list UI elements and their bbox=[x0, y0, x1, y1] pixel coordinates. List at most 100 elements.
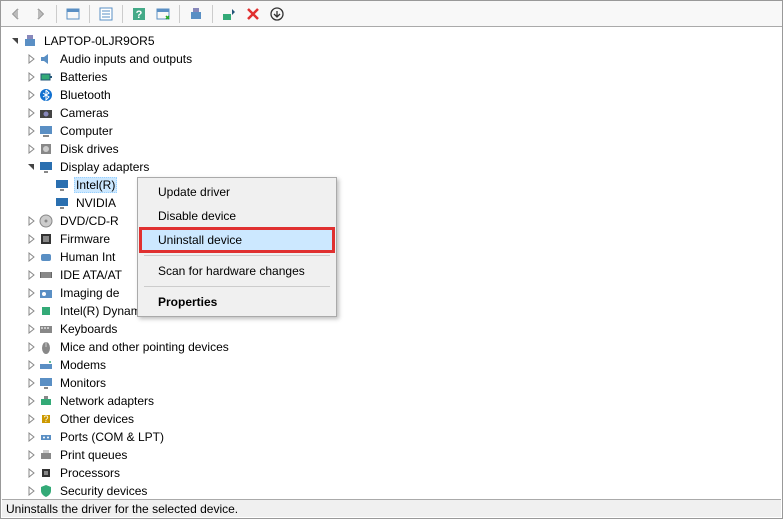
context-menu-item[interactable]: Uninstall device bbox=[139, 227, 335, 253]
properties-button[interactable] bbox=[95, 3, 117, 25]
printer-icon bbox=[38, 447, 54, 463]
context-menu-item[interactable]: Disable device bbox=[140, 204, 334, 228]
context-menu-item[interactable]: Properties bbox=[140, 290, 334, 314]
expand-icon[interactable] bbox=[24, 358, 38, 372]
node-label: IDE ATA/AT bbox=[58, 267, 124, 283]
toolbar-separator bbox=[56, 5, 57, 23]
node-label: Monitors bbox=[58, 375, 108, 391]
tree-category[interactable]: Bluetooth bbox=[6, 86, 781, 104]
node-label: Network adapters bbox=[58, 393, 156, 409]
disk-icon bbox=[38, 141, 54, 157]
forward-button[interactable] bbox=[29, 3, 51, 25]
tree-category[interactable]: Modems bbox=[6, 356, 781, 374]
node-label: Other devices bbox=[58, 411, 136, 427]
node-label: DVD/CD-R bbox=[58, 213, 121, 229]
node-label: Keyboards bbox=[58, 321, 119, 337]
svg-text:?: ? bbox=[136, 9, 143, 21]
expand-icon[interactable] bbox=[24, 430, 38, 444]
expand-icon[interactable] bbox=[24, 106, 38, 120]
tree-category[interactable]: Network adapters bbox=[6, 392, 781, 410]
tree-category[interactable]: Monitors bbox=[6, 374, 781, 392]
toolbar-separator bbox=[89, 5, 90, 23]
expand-icon[interactable] bbox=[24, 376, 38, 390]
tree-category[interactable]: Keyboards bbox=[6, 320, 781, 338]
node-label: Processors bbox=[58, 465, 122, 481]
tree-device[interactable]: Intel(R) bbox=[6, 176, 781, 194]
tree-category[interactable]: Intel(R) Dynamic Platform and Thermal Fr… bbox=[6, 302, 781, 320]
tree-root[interactable]: LAPTOP-0LJR9OR5 bbox=[6, 32, 781, 50]
expand-icon[interactable] bbox=[24, 88, 38, 102]
camera-icon bbox=[38, 105, 54, 121]
toolbar: ? bbox=[1, 1, 782, 27]
node-label: Imaging de bbox=[58, 285, 121, 301]
tree-category[interactable]: Firmware bbox=[6, 230, 781, 248]
tree-category[interactable]: Human Int bbox=[6, 248, 781, 266]
tree-category[interactable]: Audio inputs and outputs bbox=[6, 50, 781, 68]
expand-icon[interactable] bbox=[24, 124, 38, 138]
tree-category[interactable]: Security devices bbox=[6, 482, 781, 498]
display-icon bbox=[54, 177, 70, 193]
display-icon bbox=[38, 159, 54, 175]
scan-button[interactable] bbox=[185, 3, 207, 25]
expand-icon[interactable] bbox=[24, 466, 38, 480]
tree-category[interactable]: Print queues bbox=[6, 446, 781, 464]
tree-category[interactable]: Imaging de bbox=[6, 284, 781, 302]
expand-icon[interactable] bbox=[24, 448, 38, 462]
expand-icon[interactable] bbox=[24, 340, 38, 354]
expand-icon[interactable] bbox=[24, 268, 38, 282]
audio-icon bbox=[38, 51, 54, 67]
thermal-icon bbox=[38, 303, 54, 319]
device-tree[interactable]: LAPTOP-0LJR9OR5Audio inputs and outputsB… bbox=[2, 28, 781, 498]
tree-category[interactable]: DVD/CD-R bbox=[6, 212, 781, 230]
expand-icon[interactable] bbox=[24, 52, 38, 66]
tree-category[interactable]: Processors bbox=[6, 464, 781, 482]
disable-button[interactable] bbox=[242, 3, 264, 25]
expand-icon[interactable] bbox=[24, 232, 38, 246]
node-label: Human Int bbox=[58, 249, 117, 265]
expand-icon[interactable] bbox=[24, 70, 38, 84]
context-menu-separator bbox=[144, 255, 330, 256]
tree-device[interactable]: NVIDIA bbox=[6, 194, 781, 212]
tree-category[interactable]: Computer bbox=[6, 122, 781, 140]
tree-category[interactable]: IDE ATA/AT bbox=[6, 266, 781, 284]
status-bar: Uninstalls the driver for the selected d… bbox=[2, 499, 781, 517]
node-label: Display adapters bbox=[58, 159, 151, 175]
expand-icon[interactable] bbox=[24, 142, 38, 156]
computer-icon bbox=[22, 33, 38, 49]
hid-icon bbox=[38, 249, 54, 265]
expand-icon[interactable] bbox=[24, 304, 38, 318]
expand-icon[interactable] bbox=[8, 34, 22, 48]
context-menu-item[interactable]: Update driver bbox=[140, 180, 334, 204]
node-label: Intel(R) bbox=[74, 177, 117, 193]
tree-category[interactable]: Disk drives bbox=[6, 140, 781, 158]
expand-icon[interactable] bbox=[24, 484, 38, 498]
context-menu-item[interactable]: Scan for hardware changes bbox=[140, 259, 334, 283]
update-driver-button[interactable] bbox=[218, 3, 240, 25]
toolbar-separator bbox=[122, 5, 123, 23]
tree-category[interactable]: Cameras bbox=[6, 104, 781, 122]
expand-icon[interactable] bbox=[24, 322, 38, 336]
tree-category[interactable]: ? Other devices bbox=[6, 410, 781, 428]
node-label: Ports (COM & LPT) bbox=[58, 429, 166, 445]
node-label: Security devices bbox=[58, 483, 149, 498]
tree-category[interactable]: Mice and other pointing devices bbox=[6, 338, 781, 356]
imaging-icon bbox=[38, 285, 54, 301]
tree-category[interactable]: Ports (COM & LPT) bbox=[6, 428, 781, 446]
expand-icon[interactable] bbox=[24, 214, 38, 228]
back-button[interactable] bbox=[5, 3, 27, 25]
show-hidden-button[interactable] bbox=[62, 3, 84, 25]
expand-icon[interactable] bbox=[24, 412, 38, 426]
uninstall-button[interactable] bbox=[266, 3, 288, 25]
tree-category[interactable]: Display adapters bbox=[6, 158, 781, 176]
node-label: Audio inputs and outputs bbox=[58, 51, 194, 67]
expand-icon[interactable] bbox=[24, 250, 38, 264]
action-button[interactable] bbox=[152, 3, 174, 25]
expand-icon[interactable] bbox=[24, 160, 38, 174]
help-button[interactable]: ? bbox=[128, 3, 150, 25]
tree-category[interactable]: Batteries bbox=[6, 68, 781, 86]
port-icon bbox=[38, 429, 54, 445]
expand-icon[interactable] bbox=[24, 286, 38, 300]
svg-text:?: ? bbox=[43, 414, 48, 424]
node-label: Firmware bbox=[58, 231, 112, 247]
expand-icon[interactable] bbox=[24, 394, 38, 408]
